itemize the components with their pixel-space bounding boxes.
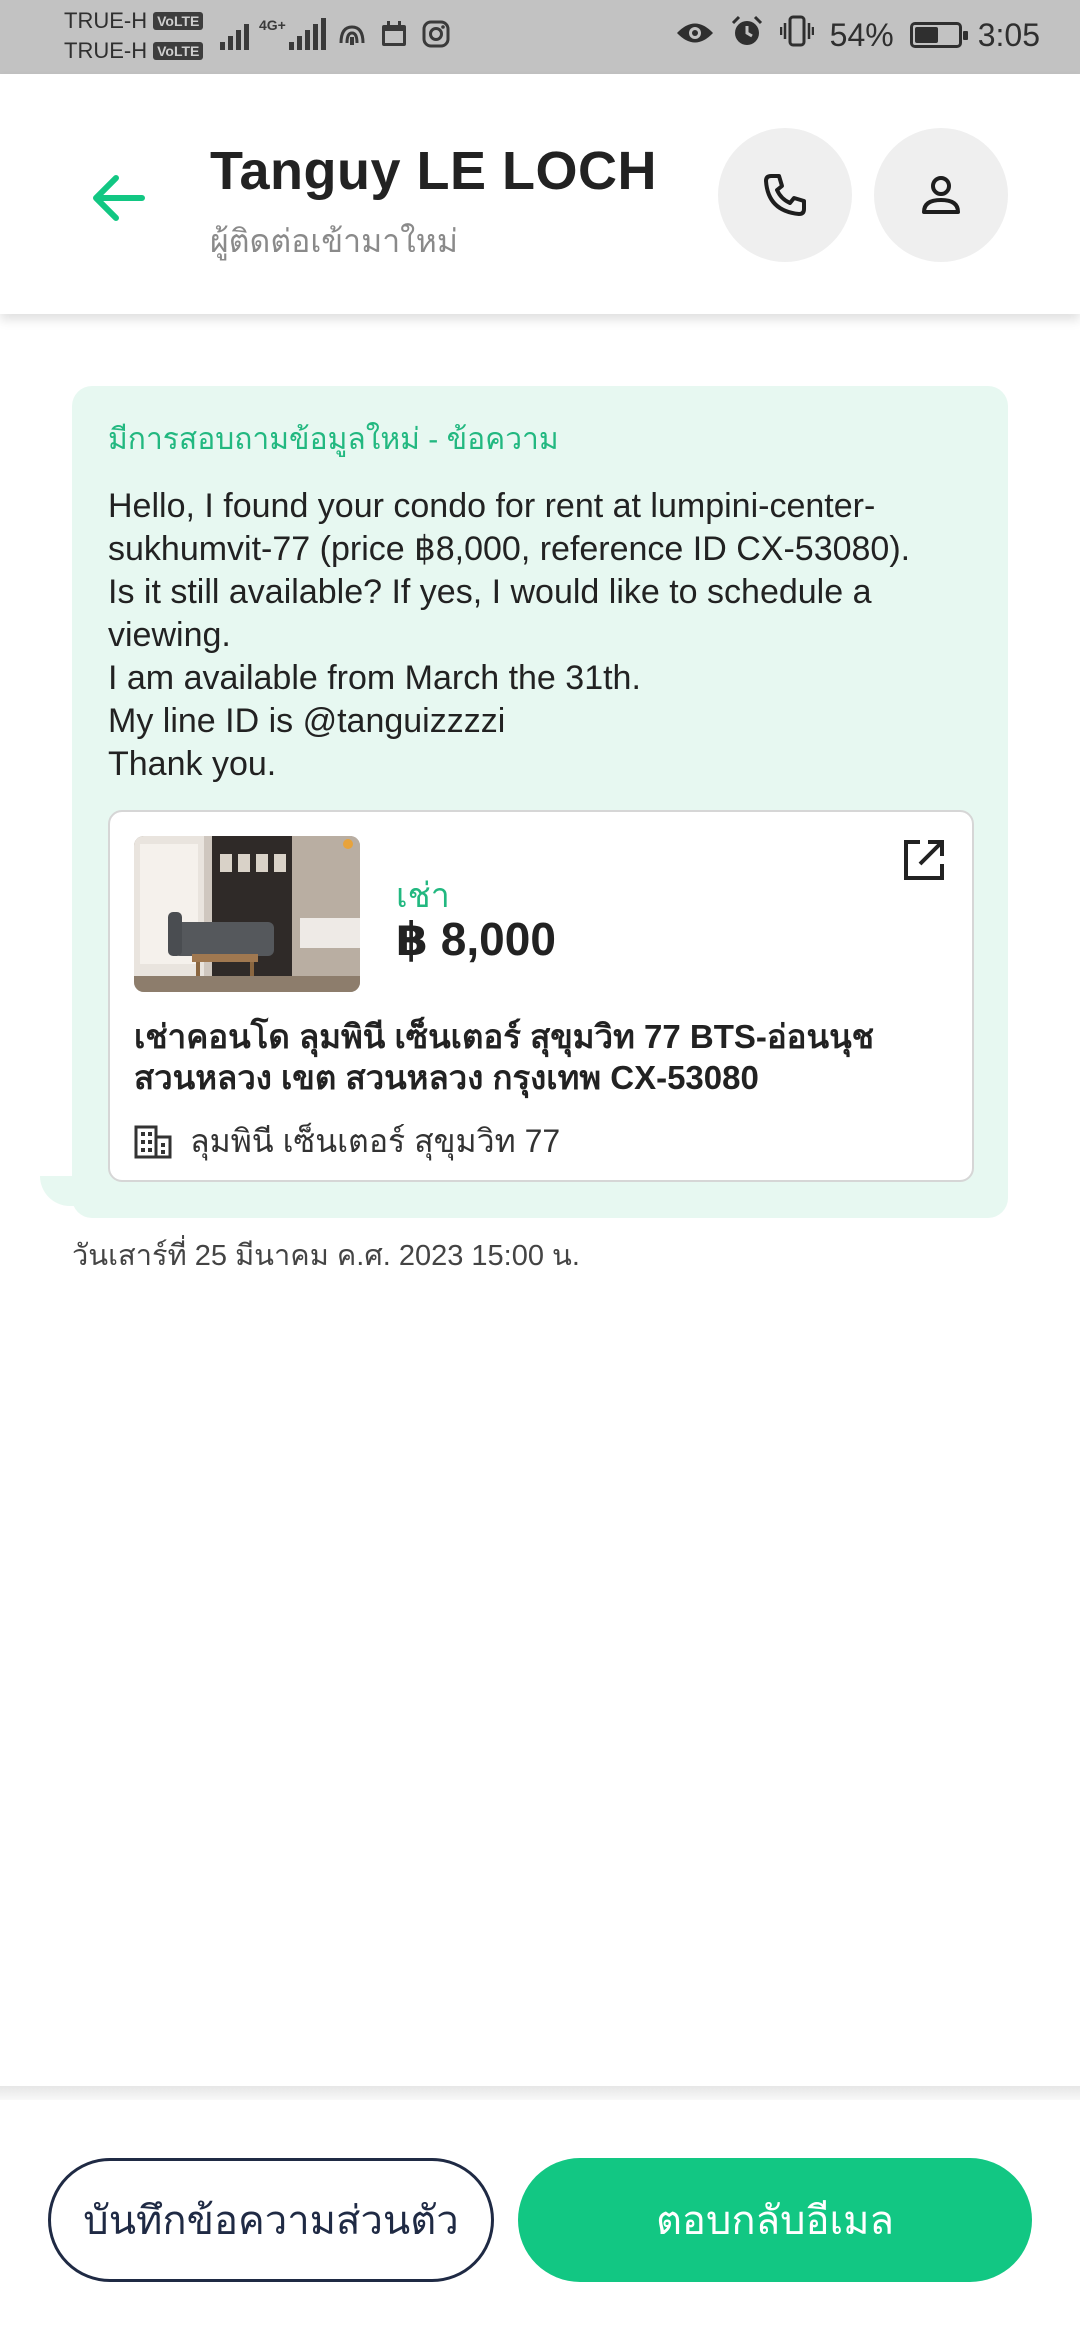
contact-status: ผู้ติดต่อเข้ามาใหม่ xyxy=(210,223,458,259)
volte-badge: VoLTE xyxy=(153,12,204,30)
listing-photo xyxy=(134,836,360,992)
contact-name: Tanguy LE LOCH xyxy=(210,141,657,201)
reply-email-button[interactable]: ตอบกลับอีเมล xyxy=(518,2158,1032,2282)
battery-fill xyxy=(914,27,938,43)
carrier-2: TRUE-H xyxy=(64,38,148,63)
listing-project-name: ลุมพินี เซ็นเตอร์ สุขุมวิท 77 xyxy=(190,1123,561,1159)
bottom-divider xyxy=(0,2086,1080,2100)
phone-icon xyxy=(764,174,806,216)
listing-project: ลุมพินี เซ็นเตอร์ สุขุมวิท 77 xyxy=(134,1116,560,1167)
carrier-info: TRUE-H VoLTE TRUE-H VoLTE xyxy=(64,6,204,66)
back-arrow-icon xyxy=(93,175,145,221)
clock: 3:05 xyxy=(977,16,1040,53)
carrier-1: TRUE-H xyxy=(64,8,148,33)
eye-icon xyxy=(676,17,714,54)
back-button[interactable] xyxy=(80,160,156,236)
private-note-button[interactable]: บันทึกข้อความส่วนตัว xyxy=(48,2158,494,2282)
person-icon xyxy=(922,176,960,214)
battery-percent: 54% xyxy=(829,16,894,53)
building-icon xyxy=(134,1125,172,1158)
calendar-icon xyxy=(378,18,410,50)
status-left-icons: 4G+ xyxy=(220,18,452,50)
call-button[interactable] xyxy=(718,128,852,262)
signal-icon xyxy=(220,18,249,50)
message-body: Hello, I found your condo for rent at lu… xyxy=(108,487,911,783)
open-external-icon[interactable] xyxy=(898,834,950,886)
message-title: มีการสอบถามข้อมูลใหม่ - ข้อความ xyxy=(108,423,559,456)
message-timestamp: วันเสาร์ที่ 25 มีนาคม ค.ศ. 2023 15:00 น. xyxy=(72,1240,580,1272)
vibrate-icon xyxy=(779,15,814,55)
listing-price: ฿ 8,000 xyxy=(396,913,556,965)
listing-card[interactable]: เช่า ฿ 8,000 เช่าคอนโด ลุมพินี เซ็นเตอร์… xyxy=(108,810,974,1182)
alarm-icon xyxy=(730,14,764,56)
listing-title: เช่าคอนโด ลุมพินี เซ็นเตอร์ สุขุมวิท 77 … xyxy=(134,1018,875,1096)
message-bubble: มีการสอบถามข้อมูลใหม่ - ข้อความ Hello, I… xyxy=(72,386,1008,1218)
battery-icon xyxy=(909,22,968,48)
network-label: 4G+ xyxy=(259,17,286,33)
profile-button[interactable] xyxy=(874,128,1008,262)
status-bar: TRUE-H VoLTE TRUE-H VoLTE 4G+ 54% 3:05 xyxy=(0,0,1080,74)
signal-4g-icon: 4G+ xyxy=(259,18,326,50)
volte-badge: VoLTE xyxy=(153,42,204,60)
status-right-icons: 54% 3:05 xyxy=(676,14,1040,56)
conversation-header: Tanguy LE LOCH ผู้ติดต่อเข้ามาใหม่ xyxy=(0,74,1080,314)
hotspot-icon xyxy=(336,18,368,50)
instagram-icon xyxy=(420,18,452,50)
